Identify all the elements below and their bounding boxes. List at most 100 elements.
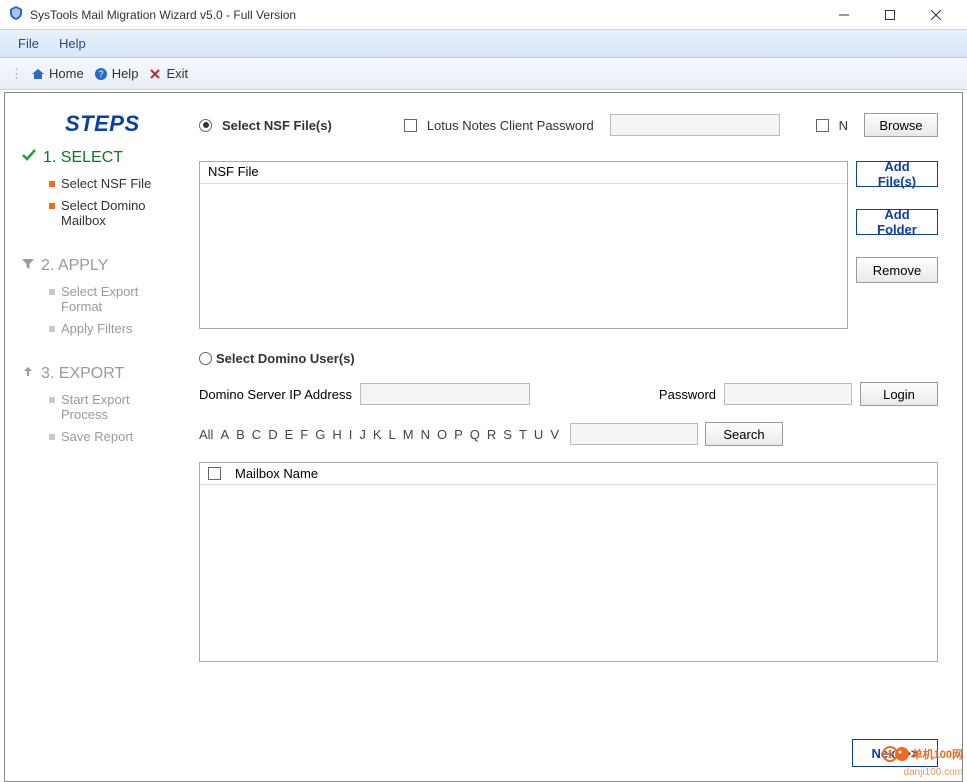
watermark-logo: 单机100网 danji100.com: [882, 744, 963, 778]
step-3: 3. EXPORT Start Export Process Save Repo…: [21, 365, 179, 445]
toolbar-home-label: Home: [49, 66, 84, 81]
home-icon: [31, 67, 45, 81]
watermark-text: 单机100网: [912, 750, 963, 762]
step-1-sub-2-label: Select Domino Mailbox: [61, 198, 179, 229]
nsf-area: NSF File Add File(s) Add Folder Remove: [199, 161, 938, 329]
maximize-button[interactable]: [867, 0, 913, 30]
checkbox-lotus-password[interactable]: [404, 119, 417, 132]
menubar: File Help: [0, 30, 967, 58]
step-1: 1. SELECT Select NSF File Select Domino …: [21, 147, 179, 229]
alpha-p[interactable]: P: [454, 427, 463, 442]
menu-help[interactable]: Help: [49, 32, 96, 55]
alpha-s[interactable]: S: [503, 427, 512, 442]
step-3-sub-2: Save Report: [49, 429, 179, 445]
checkbox-n[interactable]: [816, 119, 829, 132]
alpha-i[interactable]: I: [349, 427, 353, 442]
alpha-j[interactable]: J: [359, 427, 366, 442]
menu-file[interactable]: File: [8, 32, 49, 55]
window-title: SysTools Mail Migration Wizard v5.0 - Fu…: [30, 8, 296, 22]
alpha-row: All ABCDEFGHIJKLMNOPQRSTUV Search: [199, 422, 938, 446]
alpha-e[interactable]: E: [285, 427, 294, 442]
checkbox-select-all-mailboxes[interactable]: [208, 467, 221, 480]
mailbox-name-column: Mailbox Name: [235, 466, 318, 481]
bullet-icon: [49, 181, 55, 187]
alpha-t[interactable]: T: [519, 427, 527, 442]
sidebar: STEPS 1. SELECT Select NSF File Select D…: [5, 93, 187, 781]
ip-field[interactable]: [360, 383, 530, 405]
help-icon: ?: [94, 67, 108, 81]
toolbar: ⋮ Home ? Help Exit: [0, 58, 967, 90]
step-3-title: 3. EXPORT: [21, 365, 179, 384]
lotus-password-field[interactable]: [610, 114, 780, 136]
alpha-all[interactable]: All: [199, 427, 213, 442]
step-1-sub-1-label: Select NSF File: [61, 176, 151, 192]
step-2-title: 2. APPLY: [21, 257, 179, 276]
step-3-sub-1: Start Export Process: [49, 392, 179, 423]
alpha-k[interactable]: K: [373, 427, 382, 442]
step-1-title: 1. SELECT: [21, 147, 179, 168]
steps-heading: STEPS: [65, 111, 179, 137]
row-select-nsf: Select NSF File(s) Lotus Notes Client Pa…: [199, 113, 938, 137]
login-button[interactable]: Login: [860, 382, 938, 406]
browse-button[interactable]: Browse: [864, 113, 938, 137]
domino-fields: Domino Server IP Address Password Login: [199, 382, 938, 406]
alpha-d[interactable]: D: [268, 427, 277, 442]
bullet-icon: [49, 203, 55, 209]
add-files-button[interactable]: Add File(s): [856, 161, 938, 187]
mailbox-search-field[interactable]: [570, 423, 698, 445]
select-domino-label: Select Domino User(s): [216, 351, 355, 366]
toolbar-help[interactable]: ? Help: [90, 64, 143, 83]
step-2-sub-1-label: Select Export Format: [61, 284, 179, 315]
filter-icon: [21, 257, 35, 276]
alpha-l[interactable]: L: [389, 427, 396, 442]
nsf-buttons: Add File(s) Add Folder Remove: [856, 161, 938, 329]
toolbar-exit[interactable]: Exit: [144, 64, 192, 83]
titlebar: SysTools Mail Migration Wizard v5.0 - Fu…: [0, 0, 967, 30]
alpha-v[interactable]: V: [550, 427, 559, 442]
content: Select NSF File(s) Lotus Notes Client Pa…: [187, 93, 962, 781]
nsf-file-list[interactable]: NSF File: [199, 161, 848, 329]
alpha-u[interactable]: U: [534, 427, 543, 442]
lotus-password-label: Lotus Notes Client Password: [427, 118, 594, 133]
toolbar-grip: ⋮: [10, 66, 23, 82]
alpha-b[interactable]: B: [236, 427, 245, 442]
minimize-button[interactable]: [821, 0, 867, 30]
bullet-icon: [49, 289, 55, 295]
step-1-label: 1. SELECT: [43, 149, 123, 167]
domino-password-field[interactable]: [724, 383, 852, 405]
close-button[interactable]: [913, 0, 959, 30]
ip-label: Domino Server IP Address: [199, 387, 352, 402]
alpha-r[interactable]: R: [487, 427, 496, 442]
alpha-n[interactable]: N: [421, 427, 430, 442]
radio-select-nsf[interactable]: [199, 119, 212, 132]
alpha-g[interactable]: G: [315, 427, 325, 442]
alpha-h[interactable]: H: [332, 427, 341, 442]
watermark-url: danji100.com: [882, 768, 963, 779]
toolbar-home[interactable]: Home: [27, 64, 88, 83]
select-nsf-label: Select NSF File(s): [222, 118, 332, 133]
radio-select-domino[interactable]: [199, 352, 212, 365]
alpha-c[interactable]: C: [252, 427, 261, 442]
search-button[interactable]: Search: [705, 422, 783, 446]
alpha-letters: ABCDEFGHIJKLMNOPQRSTUV: [220, 427, 559, 442]
bullet-icon: [49, 326, 55, 332]
step-1-sub-1[interactable]: Select NSF File: [49, 176, 179, 192]
step-1-sub-2[interactable]: Select Domino Mailbox: [49, 198, 179, 229]
n-label: N: [839, 118, 848, 133]
remove-button[interactable]: Remove: [856, 257, 938, 283]
exit-icon: [148, 67, 162, 81]
bullet-icon: [49, 434, 55, 440]
step-2-label: 2. APPLY: [41, 257, 108, 275]
alpha-o[interactable]: O: [437, 427, 447, 442]
export-icon: [21, 365, 35, 384]
add-folder-button[interactable]: Add Folder: [856, 209, 938, 235]
mailbox-list[interactable]: Mailbox Name: [199, 462, 938, 662]
step-3-sub-2-label: Save Report: [61, 429, 133, 445]
step-2-sub-2-label: Apply Filters: [61, 321, 133, 337]
password-label: Password: [659, 387, 716, 402]
alpha-a[interactable]: A: [220, 427, 229, 442]
step-3-label: 3. EXPORT: [41, 365, 124, 383]
alpha-f[interactable]: F: [300, 427, 308, 442]
alpha-q[interactable]: Q: [470, 427, 480, 442]
alpha-m[interactable]: M: [403, 427, 414, 442]
